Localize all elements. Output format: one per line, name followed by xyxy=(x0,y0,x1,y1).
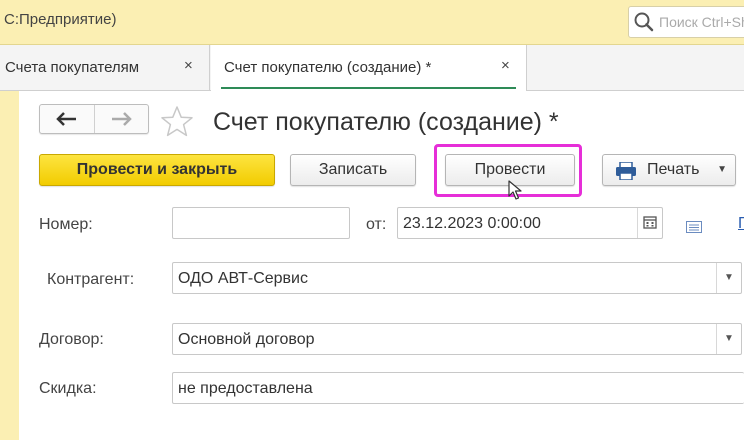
chevron-down-icon[interactable]: ▼ xyxy=(717,155,727,185)
tab-bar: Счета покупателям × Счет покупателю (соз… xyxy=(0,45,744,91)
calendar-icon[interactable] xyxy=(643,215,657,229)
tab-label[interactable]: Счет покупателю (создание) * xyxy=(224,59,431,76)
tab-label[interactable]: Счета покупателям xyxy=(5,59,139,76)
contract-value[interactable]: Основной договор xyxy=(178,331,315,349)
chevron-down-icon[interactable]: ▼ xyxy=(716,263,741,293)
back-button[interactable] xyxy=(40,105,95,133)
tab-invoice-create[interactable]: Счет покупателю (создание) * × xyxy=(211,45,527,91)
search-placeholder[interactable]: Поиск Ctrl+Shift+F xyxy=(659,14,744,30)
calendar-button[interactable] xyxy=(637,208,662,238)
date-value[interactable]: 23.12.2023 0:00:00 xyxy=(403,215,541,233)
star-icon[interactable] xyxy=(160,105,194,139)
tab-invoices-list[interactable]: Счета покупателям × xyxy=(0,45,210,90)
number-label: Номер: xyxy=(39,216,93,233)
printer-icon xyxy=(616,162,636,180)
side-strip xyxy=(0,91,19,440)
chevron-down-icon[interactable]: ▼ xyxy=(716,324,741,354)
forward-arrow-icon[interactable] xyxy=(94,105,148,133)
print-button-label[interactable]: Печать xyxy=(647,161,699,178)
back-arrow-icon[interactable] xyxy=(40,105,94,133)
counterparty-value[interactable]: ОДО АВТ-Сервис xyxy=(178,270,308,288)
list-icon[interactable] xyxy=(686,221,702,233)
counterparty-label: Контрагент: xyxy=(47,271,135,288)
invoice-form: Счет покупателю (создание) * Провести и … xyxy=(0,91,744,440)
discount-input[interactable]: не предоставлена xyxy=(172,372,744,404)
number-input[interactable] xyxy=(172,207,350,239)
discount-label: Скидка: xyxy=(39,380,97,397)
link-fragment[interactable]: По xyxy=(738,215,744,233)
discount-value[interactable]: не предоставлена xyxy=(178,380,313,398)
form-title: Счет покупателю (создание) * xyxy=(213,108,559,136)
post-and-close-button[interactable]: Провести и закрыть xyxy=(39,154,275,186)
date-label: от: xyxy=(366,216,387,233)
mouse-cursor-icon xyxy=(508,180,522,200)
search-box[interactable]: Поиск Ctrl+Shift+F xyxy=(628,6,744,38)
print-button[interactable]: Печать ▼ xyxy=(602,154,736,186)
nav-buttons xyxy=(39,104,149,134)
close-icon[interactable]: × xyxy=(184,57,193,74)
contract-input[interactable]: Основной договор ▼ xyxy=(172,323,742,355)
forward-button[interactable] xyxy=(94,105,148,133)
contract-label: Договор: xyxy=(39,331,104,348)
title-bar: С:Предприятие) Поиск Ctrl+Shift+F xyxy=(0,0,744,45)
counterparty-input[interactable]: ОДО АВТ-Сервис ▼ xyxy=(172,262,742,294)
date-input[interactable]: 23.12.2023 0:00:00 xyxy=(397,207,663,239)
close-icon[interactable]: × xyxy=(501,57,510,74)
app-title: С:Предприятие) xyxy=(4,11,117,28)
search-icon[interactable] xyxy=(633,11,655,33)
save-button[interactable]: Записать xyxy=(290,154,416,186)
